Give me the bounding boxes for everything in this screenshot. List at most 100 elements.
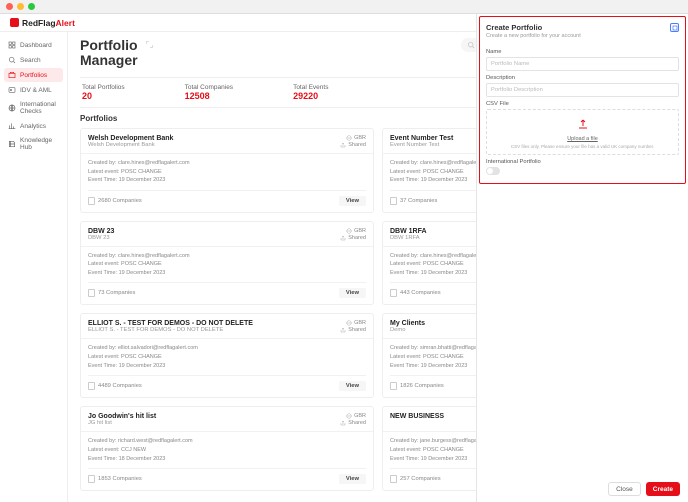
upload-link[interactable]: Upload a file bbox=[567, 136, 598, 142]
card-title: Jo Goodwin's hit list bbox=[88, 413, 156, 420]
traffic-max[interactable] bbox=[28, 3, 35, 10]
csv-hint: CSV files only. Please ensure your file … bbox=[491, 144, 674, 149]
panel-close-button[interactable]: Close bbox=[608, 482, 641, 496]
card-title: Welsh Development Bank bbox=[88, 135, 173, 142]
globe-icon bbox=[346, 228, 352, 234]
stat-label: Total Companies bbox=[185, 84, 233, 91]
brand-flag-icon bbox=[10, 18, 19, 27]
description-input[interactable] bbox=[486, 83, 679, 97]
card-subtitle: Welsh Development Bank bbox=[88, 142, 173, 148]
nav-label: Analytics bbox=[20, 123, 46, 130]
portfolio-card: Welsh Development BankWelsh Development … bbox=[80, 128, 374, 213]
shared-label: Shared bbox=[348, 142, 366, 148]
nav-icon bbox=[8, 104, 16, 112]
card-companies: 1826 Companies bbox=[400, 383, 444, 389]
document-icon bbox=[390, 382, 397, 390]
region-label: GBR bbox=[354, 228, 366, 234]
name-input[interactable] bbox=[486, 57, 679, 71]
brand: RedFlagAlert bbox=[10, 18, 75, 28]
share-icon bbox=[340, 235, 346, 241]
nav-icon bbox=[8, 86, 16, 94]
document-icon bbox=[88, 382, 95, 390]
card-event: Latest event: POSC CHANGE bbox=[88, 260, 366, 268]
shared-label: Shared bbox=[348, 327, 366, 333]
view-button[interactable]: View bbox=[339, 474, 366, 484]
csv-label: CSV File bbox=[486, 101, 679, 107]
card-time: Event Time: 19 December 2023 bbox=[88, 269, 366, 277]
card-companies: 73 Companies bbox=[98, 290, 135, 296]
sidebar-item-international[interactable]: International Checks bbox=[4, 98, 63, 118]
sidebar: Dashboard Search Portfolios IDV & AML Intern… bbox=[0, 32, 68, 502]
portfolio-card: Jo Goodwin's hit listJG hit listGBRShare… bbox=[80, 406, 374, 491]
csv-dropzone[interactable]: Upload a file CSV files only. Please ens… bbox=[486, 109, 679, 155]
toolbar-heading: Portfolios bbox=[80, 114, 117, 123]
sidebar-item-idv-aml[interactable]: IDV & AML bbox=[4, 83, 63, 97]
card-subtitle: JG hit list bbox=[88, 420, 156, 426]
nav-label: Search bbox=[20, 57, 41, 64]
globe-icon bbox=[346, 320, 352, 326]
card-title: NEW BUSINESS bbox=[390, 413, 444, 420]
stat-block: Total Events29220 bbox=[293, 84, 328, 101]
sidebar-item-knowledge[interactable]: Knowledge Hub bbox=[4, 134, 63, 154]
card-title: ELLIOT S. - TEST FOR DEMOS - DO NOT DELE… bbox=[88, 320, 253, 327]
stat-label: Total Portfolios bbox=[82, 84, 125, 91]
card-title: DBW 23 bbox=[88, 228, 114, 235]
stat-value: 12508 bbox=[185, 91, 233, 101]
sidebar-item-search[interactable]: Search bbox=[4, 53, 63, 67]
search-icon bbox=[467, 41, 475, 49]
nav-label: International Checks bbox=[20, 101, 59, 115]
nav-icon bbox=[8, 41, 16, 49]
card-subtitle: DBW 1RFA bbox=[390, 235, 427, 241]
card-companies: 37 Companies bbox=[400, 198, 437, 204]
stat-block: Total Companies12508 bbox=[185, 84, 233, 101]
traffic-close[interactable] bbox=[6, 3, 13, 10]
view-button[interactable]: View bbox=[339, 381, 366, 391]
card-event: Latest event: POSC CHANGE bbox=[88, 353, 366, 361]
intl-toggle[interactable] bbox=[486, 167, 500, 175]
document-icon bbox=[390, 197, 397, 205]
browser-chrome bbox=[0, 0, 688, 14]
create-portfolio-panel: Create Portfolio Create a new portfolio … bbox=[476, 14, 688, 502]
upload-icon bbox=[491, 118, 674, 133]
card-created: Created by: richard.west@redflagalert.co… bbox=[88, 437, 366, 445]
nav-icon bbox=[8, 122, 16, 130]
panel-create-button[interactable]: Create bbox=[646, 482, 680, 496]
card-time: Event Time: 18 December 2023 bbox=[88, 455, 366, 463]
card-companies: 443 Companies bbox=[400, 290, 441, 296]
nav-icon bbox=[8, 56, 16, 64]
traffic-min[interactable] bbox=[17, 3, 24, 10]
intl-label: International Portfolio bbox=[486, 159, 679, 165]
document-icon bbox=[390, 475, 397, 483]
stat-value: 20 bbox=[82, 91, 125, 101]
view-button[interactable]: View bbox=[339, 196, 366, 206]
region-label: GBR bbox=[354, 135, 366, 141]
card-companies: 2680 Companies bbox=[98, 198, 142, 204]
nav-label: IDV & AML bbox=[20, 87, 52, 94]
name-label: Name bbox=[486, 49, 679, 55]
share-icon bbox=[340, 142, 346, 148]
globe-icon bbox=[346, 135, 352, 141]
nav-icon bbox=[8, 140, 16, 148]
expand-icon[interactable] bbox=[145, 40, 154, 52]
sidebar-item-portfolios[interactable]: Portfolios bbox=[4, 68, 63, 82]
brand-text1: RedFlag bbox=[22, 18, 56, 28]
share-icon bbox=[340, 327, 346, 333]
page-title-line1: Portfolio bbox=[80, 37, 138, 53]
view-button[interactable]: View bbox=[339, 288, 366, 298]
card-created: Created by: clare.hines@redflagalert.com bbox=[88, 252, 366, 260]
sidebar-item-dashboard[interactable]: Dashboard bbox=[4, 38, 63, 52]
sidebar-item-analytics[interactable]: Analytics bbox=[4, 119, 63, 133]
portfolio-card: ELLIOT S. - TEST FOR DEMOS - DO NOT DELE… bbox=[80, 313, 374, 398]
card-title: Event Number Test bbox=[390, 135, 453, 142]
card-title: My Clients bbox=[390, 320, 425, 327]
stat-label: Total Events bbox=[293, 84, 328, 91]
panel-action-icon[interactable] bbox=[670, 23, 679, 32]
document-icon bbox=[88, 197, 95, 205]
share-icon bbox=[340, 420, 346, 426]
nav-label: Portfolios bbox=[20, 72, 47, 79]
card-event: Latest event: POSC CHANGE bbox=[88, 168, 366, 176]
region-label: GBR bbox=[354, 413, 366, 419]
region-label: GBR bbox=[354, 320, 366, 326]
page-title-line2: Manager bbox=[80, 53, 154, 68]
page-title-wrap: Portfolio Manager bbox=[80, 38, 154, 69]
